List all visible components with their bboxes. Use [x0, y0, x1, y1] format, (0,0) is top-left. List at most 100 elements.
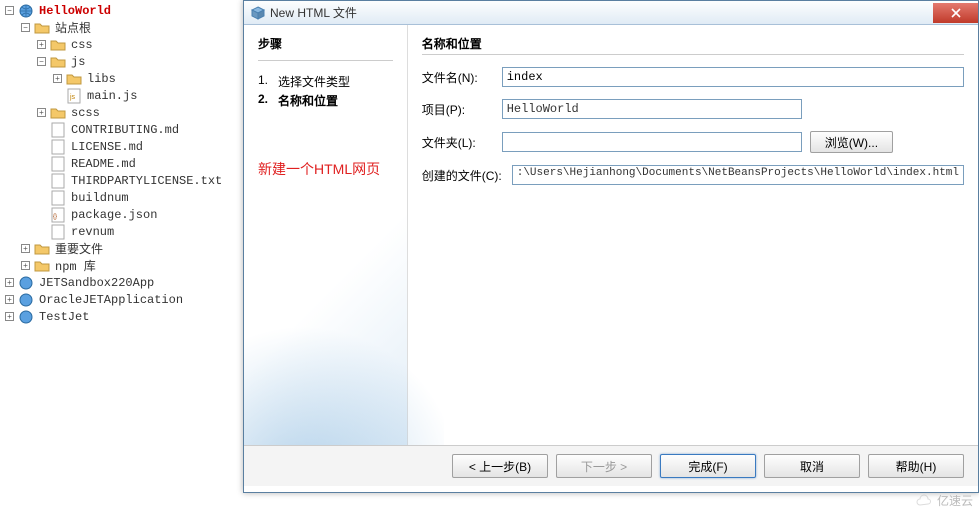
tree-label: OracleJETApplication	[37, 293, 185, 307]
tree-file-readme[interactable]: README.md	[4, 155, 240, 172]
created-file-label: 创建的文件(C):	[422, 167, 512, 184]
tree-folder-css[interactable]: + css	[4, 36, 240, 53]
next-button: 下一步 >	[556, 454, 652, 478]
expand-icon[interactable]: +	[4, 294, 15, 305]
steps-header: 步骤	[258, 35, 393, 52]
tree-label: buildnum	[69, 191, 131, 205]
dialog-body: 步骤 1. 选择文件类型 2. 名称和位置 新建一个HTML网页 名称和位置 文…	[244, 25, 978, 445]
filename-label: 文件名(N):	[422, 69, 502, 86]
step-2: 2. 名称和位置	[258, 92, 393, 109]
back-button[interactable]: < 上一步(B)	[452, 454, 548, 478]
form-panel: 名称和位置 文件名(N): 项目(P): 文件夹(L): 浏览(W)... 创建…	[407, 25, 978, 445]
project-tree: − HelloWorld − 站点根 + css − js + libs js …	[0, 0, 240, 325]
folder-icon	[50, 37, 66, 53]
file-icon	[50, 122, 66, 138]
form-header: 名称和位置	[422, 35, 964, 52]
tree-file-buildnum[interactable]: buildnum	[4, 189, 240, 206]
dialog-footer: < 上一步(B) 下一步 > 完成(F) 取消 帮助(H)	[244, 445, 978, 486]
separator	[258, 60, 393, 61]
file-icon	[50, 139, 66, 155]
project-tree-panel: − HelloWorld − 站点根 + css − js + libs js …	[0, 0, 240, 513]
step-label: 名称和位置	[278, 92, 338, 109]
folder-icon	[50, 105, 66, 121]
tree-project-jetsandbox[interactable]: + JETSandbox220App	[4, 274, 240, 291]
collapse-icon[interactable]: −	[36, 56, 47, 67]
tree-label: LICENSE.md	[69, 140, 145, 154]
collapse-icon[interactable]: −	[4, 5, 15, 16]
filename-input[interactable]	[502, 67, 964, 87]
tree-label: TestJet	[37, 310, 91, 324]
close-button[interactable]	[933, 3, 978, 23]
tree-label: THIRDPARTYLICENSE.txt	[69, 174, 224, 188]
project-label: 项目(P):	[422, 101, 502, 118]
created-file-path: :\Users\Hejianhong\Documents\NetBeansPro…	[512, 165, 964, 185]
expand-icon[interactable]: +	[4, 277, 15, 288]
tree-label: libs	[85, 72, 118, 86]
globe-icon	[18, 309, 34, 325]
tree-file-revnum[interactable]: revnum	[4, 223, 240, 240]
tree-label: revnum	[69, 225, 116, 239]
cube-icon	[250, 5, 266, 21]
step-label: 选择文件类型	[278, 73, 350, 90]
tree-label: npm 库	[53, 257, 98, 274]
tree-label: css	[69, 38, 95, 52]
globe-icon	[18, 292, 34, 308]
new-html-file-dialog: New HTML 文件 步骤 1. 选择文件类型 2. 名称和位置 新建一个HT…	[243, 0, 979, 493]
separator	[422, 54, 964, 55]
tree-file-mainjs[interactable]: js main.js	[4, 87, 240, 104]
svg-text:js: js	[69, 94, 76, 101]
tree-label: 重要文件	[53, 240, 105, 257]
tree-project-helloworld[interactable]: − HelloWorld	[4, 2, 240, 19]
tree-file-packagejson[interactable]: {} package.json	[4, 206, 240, 223]
file-icon	[50, 190, 66, 206]
tree-folder-scss[interactable]: + scss	[4, 104, 240, 121]
watermark: 亿速云	[915, 492, 973, 509]
file-icon	[50, 156, 66, 172]
tree-label: JETSandbox220App	[37, 276, 156, 290]
tree-folder-js[interactable]: − js	[4, 53, 240, 70]
cancel-button[interactable]: 取消	[764, 454, 860, 478]
tree-label: js	[69, 55, 87, 69]
expand-icon[interactable]: +	[52, 73, 63, 84]
tree-project-oraclejet[interactable]: + OracleJETApplication	[4, 291, 240, 308]
tree-important-files[interactable]: + 重要文件	[4, 240, 240, 257]
file-icon	[50, 224, 66, 240]
expand-icon[interactable]: +	[4, 311, 15, 322]
tree-site-root[interactable]: − 站点根	[4, 19, 240, 36]
expand-icon[interactable]: +	[36, 39, 47, 50]
folder-row: 文件夹(L): 浏览(W)...	[422, 131, 964, 153]
expand-icon[interactable]: +	[20, 243, 31, 254]
expand-icon[interactable]: +	[20, 260, 31, 271]
folder-icon	[50, 54, 66, 70]
js-file-icon: js	[66, 88, 82, 104]
folder-input[interactable]	[502, 132, 802, 152]
tree-npm-lib[interactable]: + npm 库	[4, 257, 240, 274]
wizard-steps-panel: 步骤 1. 选择文件类型 2. 名称和位置 新建一个HTML网页	[244, 25, 407, 445]
tree-project-testjet[interactable]: + TestJet	[4, 308, 240, 325]
step-number: 1.	[258, 73, 278, 90]
folder-icon	[66, 71, 82, 87]
expand-icon[interactable]: +	[36, 107, 47, 118]
svg-text:{}: {}	[53, 214, 57, 220]
tree-label: package.json	[69, 208, 159, 222]
folder-icon	[34, 20, 50, 36]
tree-file-license[interactable]: LICENSE.md	[4, 138, 240, 155]
tree-label: HelloWorld	[37, 4, 113, 18]
dialog-title: New HTML 文件	[270, 4, 933, 21]
created-file-row: 创建的文件(C): :\Users\Hejianhong\Documents\N…	[422, 165, 964, 185]
finish-button[interactable]: 完成(F)	[660, 454, 756, 478]
tree-label: CONTRIBUTING.md	[69, 123, 181, 137]
collapse-icon[interactable]: −	[20, 22, 31, 33]
tree-label: scss	[69, 106, 102, 120]
step-1: 1. 选择文件类型	[258, 73, 393, 90]
tree-label: main.js	[85, 89, 139, 103]
tree-file-contributing[interactable]: CONTRIBUTING.md	[4, 121, 240, 138]
dialog-titlebar[interactable]: New HTML 文件	[244, 1, 978, 25]
help-button[interactable]: 帮助(H)	[868, 454, 964, 478]
tree-folder-libs[interactable]: + libs	[4, 70, 240, 87]
watermark-text: 亿速云	[937, 492, 973, 509]
close-icon	[950, 7, 962, 19]
browse-button[interactable]: 浏览(W)...	[810, 131, 893, 153]
tree-file-thirdparty[interactable]: THIRDPARTYLICENSE.txt	[4, 172, 240, 189]
globe-icon	[18, 3, 34, 19]
